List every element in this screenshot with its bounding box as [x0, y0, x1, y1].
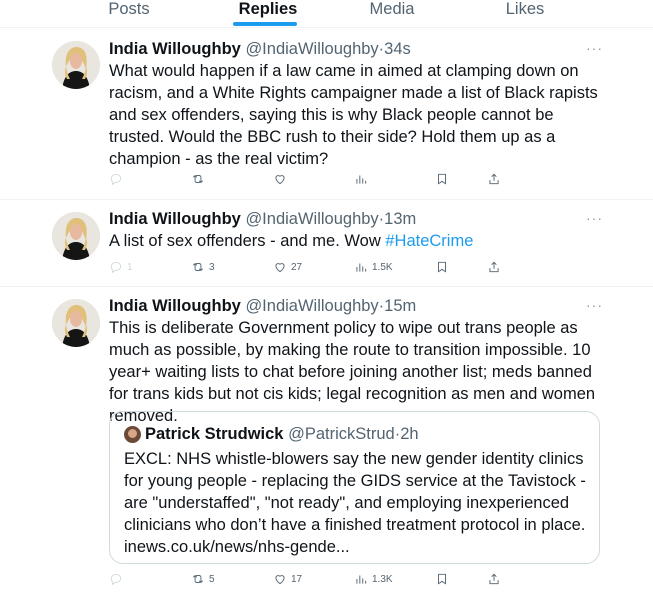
- repost-icon: [193, 574, 203, 584]
- repost-count: 5: [209, 573, 215, 585]
- reply-icon: [110, 261, 122, 274]
- like-button[interactable]: 17: [273, 569, 302, 589]
- like-button[interactable]: [273, 169, 291, 189]
- tweet-header: India Willoughby @IndiaWilloughby·13m: [109, 208, 416, 230]
- author-handle[interactable]: @IndiaWilloughby: [245, 297, 378, 315]
- tab-replies[interactable]: Replies: [239, 0, 298, 19]
- heart-icon: [275, 575, 285, 585]
- divider: [0, 199, 653, 200]
- reply-icon: [110, 573, 122, 586]
- repost-button[interactable]: 5: [191, 569, 215, 589]
- avatar[interactable]: [52, 41, 100, 89]
- repost-icon: [193, 262, 203, 272]
- author-handle[interactable]: @IndiaWilloughby: [245, 210, 378, 228]
- bookmark-icon: [438, 173, 446, 185]
- tweet-actions: [109, 169, 509, 189]
- share-button[interactable]: [487, 169, 501, 189]
- quoted-author-handle: @PatrickStrud: [288, 425, 395, 443]
- tab-posts[interactable]: Posts: [108, 0, 149, 19]
- reply-button[interactable]: 1: [109, 257, 133, 277]
- author-name[interactable]: India Willoughby: [109, 210, 241, 228]
- hashtag-link[interactable]: #HateCrime: [385, 232, 473, 250]
- share-icon: [489, 261, 499, 273]
- bookmark-button[interactable]: [435, 169, 449, 189]
- reply-icon: [110, 173, 122, 186]
- share-button[interactable]: [487, 257, 501, 277]
- timestamp[interactable]: 13m: [384, 210, 416, 228]
- timestamp[interactable]: 34s: [384, 40, 411, 58]
- quoted-author-name: Patrick Strudwick: [145, 425, 284, 443]
- like-count: 27: [291, 261, 303, 273]
- share-button[interactable]: [487, 569, 501, 589]
- author-handle[interactable]: @IndiaWilloughby: [245, 40, 378, 58]
- share-icon: [489, 573, 499, 585]
- avatar[interactable]: [52, 299, 100, 347]
- bookmark-button[interactable]: [435, 257, 449, 277]
- author-name[interactable]: India Willoughby: [109, 297, 241, 315]
- tweet-text-content: A list of sex offenders - and me. Wow: [109, 232, 386, 250]
- share-icon: [489, 173, 499, 185]
- view-count: 1.3K: [372, 573, 393, 585]
- repost-count: 3: [209, 261, 215, 273]
- analytics-icon: [356, 175, 367, 184]
- active-tab-indicator: [233, 22, 297, 26]
- like-count: 17: [291, 573, 303, 585]
- tab-likes[interactable]: Likes: [506, 0, 545, 19]
- like-button[interactable]: 27: [273, 257, 302, 277]
- quoted-tweet-text: EXCL: NHS whistle-blowers say the new ge…: [124, 450, 586, 556]
- reply-button[interactable]: [109, 169, 127, 189]
- views-button[interactable]: 1.3K: [354, 569, 393, 589]
- repost-icon: [193, 174, 203, 184]
- views-button[interactable]: [354, 169, 372, 189]
- avatar: [124, 425, 141, 443]
- tweet-actions: 1 3 27 1.5K: [109, 257, 509, 277]
- reply-count: 1: [127, 261, 133, 273]
- views-button[interactable]: 1.5K: [354, 257, 393, 277]
- avatar[interactable]: [52, 212, 100, 260]
- quoted-timestamp: 2h: [400, 425, 419, 443]
- view-count: 1.5K: [372, 261, 393, 273]
- repost-button[interactable]: [191, 169, 209, 189]
- divider: [0, 27, 653, 28]
- quoted-tweet-header: Patrick Strudwick @PatrickStrud · 2h: [124, 423, 419, 445]
- heart-icon: [275, 175, 285, 185]
- tweet-text: What would happen if a law came in aimed…: [109, 62, 598, 168]
- more-icon[interactable]: ···: [586, 210, 603, 226]
- tweet-header: India Willoughby @IndiaWilloughby·15m: [109, 295, 416, 317]
- author-name[interactable]: India Willoughby: [109, 40, 241, 58]
- tab-media[interactable]: Media: [370, 0, 415, 19]
- tweet-text: A list of sex offenders - and me. Wow #H…: [109, 230, 599, 252]
- divider: [0, 286, 653, 287]
- bookmark-icon: [438, 261, 446, 273]
- repost-button[interactable]: 3: [191, 257, 215, 277]
- profile-tabs: Posts Replies Media Likes: [0, 0, 653, 28]
- bookmark-button[interactable]: [435, 569, 449, 589]
- more-icon[interactable]: ···: [586, 297, 603, 313]
- timestamp[interactable]: 15m: [384, 297, 416, 315]
- heart-icon: [275, 263, 285, 273]
- reply-button[interactable]: [109, 569, 127, 589]
- quoted-tweet[interactable]: Patrick Strudwick @PatrickStrud · 2h EXCL:…: [109, 411, 600, 564]
- analytics-icon: [356, 263, 367, 272]
- more-icon[interactable]: ···: [586, 40, 603, 56]
- tweet-header: India Willoughby @IndiaWilloughby·34s: [109, 38, 411, 60]
- bookmark-icon: [438, 573, 446, 585]
- analytics-icon: [356, 575, 367, 584]
- tweet-actions: 5 17 1.3K: [109, 569, 509, 589]
